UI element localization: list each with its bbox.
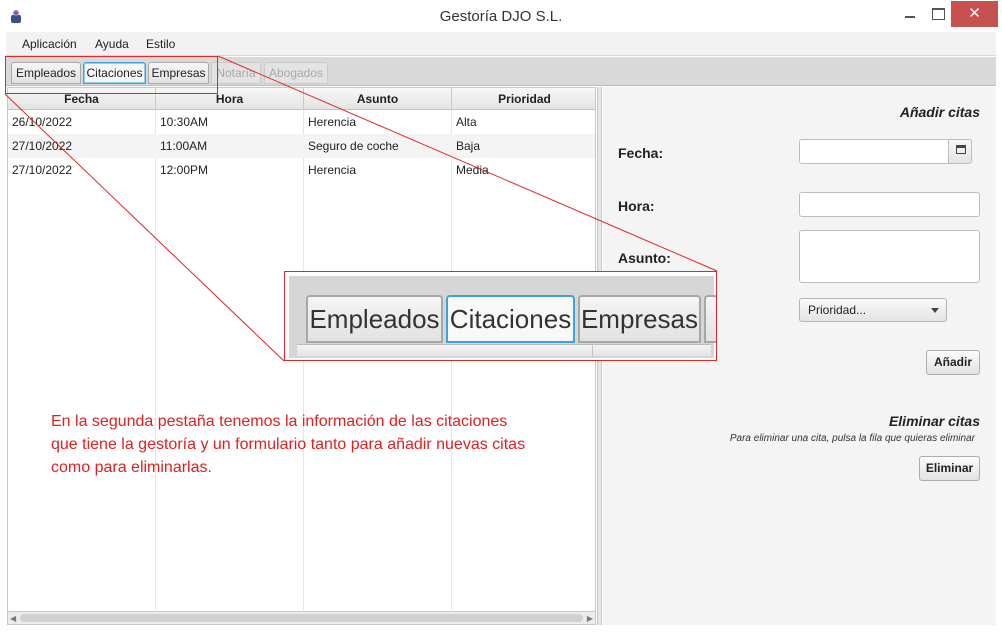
cell-hora: 10:30AM	[160, 115, 209, 129]
calendar-button[interactable]	[948, 139, 972, 164]
cell-fecha: 27/10/2022	[12, 139, 73, 153]
cell-hora: 12:00PM	[160, 163, 209, 177]
scroll-right-icon[interactable]: ▶	[587, 614, 593, 623]
prioridad-placeholder: Prioridad...	[808, 303, 867, 317]
fecha-label: Fecha:	[618, 145, 664, 161]
annotation-line: como para eliminarlas.	[51, 459, 212, 476]
asunto-label: Asunto:	[618, 250, 671, 266]
hora-label: Hora:	[618, 198, 655, 214]
annotation-line: que tiene la gestoría y un formulario ta…	[51, 436, 526, 453]
cell-fecha: 27/10/2022	[12, 163, 73, 177]
fecha-date-picker[interactable]	[799, 139, 949, 164]
zoom-callout: Empleados Citaciones Empresas	[284, 271, 717, 361]
table-row[interactable]: 26/10/2022 10:30AM Herencia Alta	[8, 110, 595, 134]
zoom-tab-citaciones: Citaciones	[446, 295, 575, 343]
maximize-button[interactable]	[925, 1, 951, 27]
window-title: Gestoría DJO S.L.	[439, 8, 563, 25]
table-row[interactable]: 27/10/2022 11:00AM Seguro de coche Baja	[8, 134, 595, 158]
close-icon: ✕	[968, 5, 981, 22]
prioridad-select[interactable]: Prioridad...	[799, 298, 947, 322]
cell-asunto: Seguro de coche	[308, 139, 399, 153]
zoom-tab-empresas: Empresas	[578, 295, 701, 343]
cell-asunto: Herencia	[308, 163, 357, 177]
calendar-icon	[956, 145, 966, 154]
title-bar: Gestoría DJO S.L. ✕	[0, 0, 1002, 32]
zoom-tab-partial	[704, 295, 716, 343]
cell-fecha: 26/10/2022	[12, 115, 73, 129]
menu-ayuda[interactable]: Ayuda	[95, 37, 129, 51]
annotation-line: En la segunda pestaña tenemos la informa…	[51, 413, 508, 430]
add-citas-heading: Añadir citas	[899, 104, 980, 120]
table-row[interactable]: 27/10/2022 12:00PM Herencia Media	[8, 158, 595, 182]
add-button[interactable]: Añadir	[926, 350, 980, 375]
annotation-text: En la segunda pestaña tenemos la informa…	[51, 410, 611, 479]
scrollbar-thumb[interactable]	[20, 614, 583, 622]
minimize-button[interactable]	[895, 1, 925, 27]
zoomed-tab-bar: Empleados Citaciones Empresas	[289, 276, 716, 358]
cell-asunto: Herencia	[308, 115, 357, 129]
cell-prioridad: Baja	[456, 139, 481, 153]
cell-prioridad: Media	[456, 163, 489, 177]
cell-prioridad: Alta	[456, 115, 477, 129]
scroll-left-icon[interactable]: ◀	[10, 614, 16, 623]
close-button[interactable]: ✕	[951, 1, 998, 27]
horizontal-scrollbar[interactable]: ◀ ▶	[7, 611, 596, 625]
menu-aplicacion[interactable]: Aplicación	[22, 37, 77, 51]
delete-hint: Para eliminar una cita, pulsa la fila qu…	[729, 433, 975, 444]
column-header-prioridad[interactable]: Prioridad	[452, 88, 595, 110]
zoomed-table-header	[297, 344, 711, 357]
menu-estilo[interactable]: Estilo	[146, 37, 175, 51]
column-header-asunto[interactable]: Asunto	[304, 88, 452, 110]
asunto-textarea[interactable]	[799, 230, 980, 283]
tab-notaria: Notaría	[211, 62, 261, 84]
tab-abogados: Abogados	[264, 62, 328, 84]
delete-button[interactable]: Eliminar	[919, 456, 980, 481]
delete-citas-heading: Eliminar citas	[888, 413, 980, 429]
zoom-tab-empleados: Empleados	[306, 295, 443, 343]
tabs-highlight-box	[5, 56, 218, 94]
menu-bar: Aplicación Ayuda Estilo	[6, 32, 996, 56]
cell-hora: 11:00AM	[160, 139, 208, 153]
hora-field[interactable]	[799, 192, 980, 217]
chevron-down-icon	[931, 308, 939, 313]
